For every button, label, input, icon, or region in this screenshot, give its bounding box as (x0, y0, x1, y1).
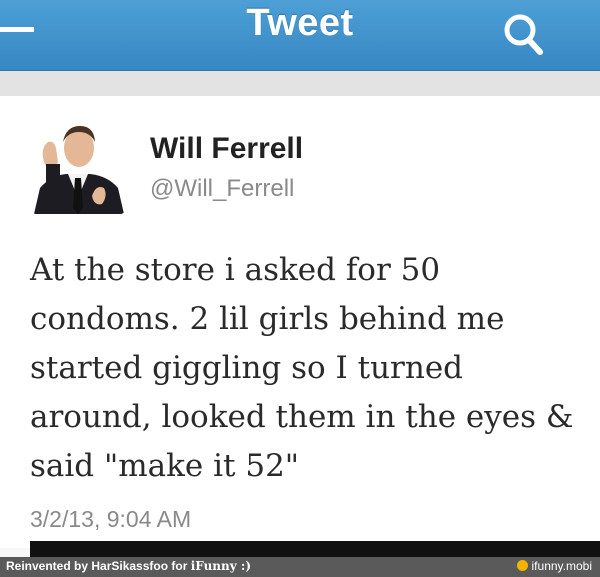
bottom-bar (30, 541, 600, 557)
watermark-site: ifunny.mobi (516, 559, 592, 573)
watermark-footer: Reinvented by HarSikassfoo for iFunny :)… (0, 557, 600, 577)
search-icon (504, 14, 543, 55)
tweet-line: condoms. 2 lil girls behind me (30, 301, 505, 337)
author-photo-icon (30, 118, 126, 214)
watermark-credit: Reinvented by HarSikassfoo for iFunny :) (6, 559, 251, 573)
tweet-timestamp: 3/2/13, 9:04 AM (30, 506, 192, 532)
watermark-site-text: ifunny.mobi (531, 559, 592, 573)
author-handle[interactable]: @Will_Ferrell (150, 175, 294, 203)
search-button[interactable] (495, 8, 555, 60)
tweet-line: around, looked them in the eyes & (30, 399, 574, 435)
author-name[interactable]: Will Ferrell (150, 132, 303, 166)
header-separator (0, 71, 600, 96)
avatar[interactable] (30, 118, 126, 214)
ifunny-logo-icon (516, 560, 528, 571)
tweet-body: At the store i asked for 50 condoms. 2 l… (30, 246, 600, 491)
tweet-line: said "make it 52" (30, 448, 300, 484)
screenshot-page: Tweet Will Ferrell @Will_Ferrell At the … (0, 0, 600, 577)
nav-header: Tweet (0, 0, 600, 71)
tweet-card: Will Ferrell @Will_Ferrell At the store … (0, 96, 600, 548)
tweet-line: started giggling so I turned (30, 350, 464, 386)
watermark-brand: iFunny :) (190, 559, 252, 573)
watermark-credit-text: Reinvented by HarSikassfoo for (6, 559, 191, 573)
tweet-line: At the store i asked for 50 (30, 252, 441, 288)
